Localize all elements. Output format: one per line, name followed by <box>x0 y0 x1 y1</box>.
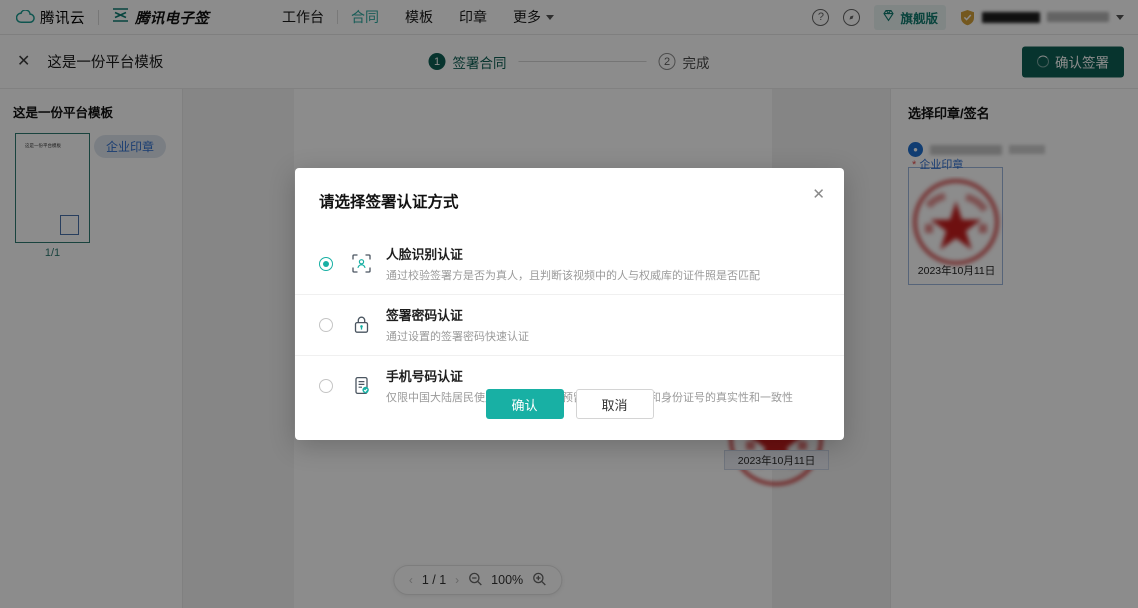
application: 腾讯云 腾讯电子签 工作台 合同 模板 印章 更多 ? 旗舰版 ✕ 这是一份平台… <box>0 0 1138 608</box>
radio-face[interactable] <box>319 256 333 271</box>
auth-method-dialog: 请选择签署认证方式 ✕ 人脸识别认证 通过校验签署方是否为真人，且判断该视频中的… <box>295 168 844 440</box>
auth-option-face-name: 人脸识别认证 <box>386 247 463 262</box>
radio-password[interactable] <box>319 317 333 332</box>
auth-option-password-desc: 通过设置的签署密码快速认证 <box>386 331 529 343</box>
auth-option-face-text: 人脸识别认证 通过校验签署方是否为真人，且判断该视频中的人与权威库的证件照是否匹… <box>386 244 760 283</box>
auth-option-face[interactable]: 人脸识别认证 通过校验签署方是否为真人，且判断该视频中的人与权威库的证件照是否匹… <box>295 234 844 294</box>
dialog-actions: 确认 取消 <box>295 389 844 419</box>
app-root: 腾讯云 腾讯电子签 工作台 合同 模板 印章 更多 ? 旗舰版 ✕ 这是一份平台… <box>0 0 1138 608</box>
dialog-title: 请选择签署认证方式 <box>319 194 459 211</box>
auth-option-mobile-name: 手机号码认证 <box>386 369 463 384</box>
close-icon[interactable]: ✕ <box>812 187 825 202</box>
auth-option-password[interactable]: 签署密码认证 通过设置的签署密码快速认证 <box>295 294 844 355</box>
face-scan-icon <box>352 254 371 273</box>
auth-option-face-desc: 通过校验签署方是否为真人，且判断该视频中的人与权威库的证件照是否匹配 <box>386 270 760 282</box>
auth-option-password-text: 签署密码认证 通过设置的签署密码快速认证 <box>386 305 529 344</box>
lock-icon <box>352 315 371 334</box>
dialog-cancel-button[interactable]: 取消 <box>575 389 654 419</box>
dialog-confirm-button[interactable]: 确认 <box>485 389 564 419</box>
auth-option-password-name: 签署密码认证 <box>386 308 463 323</box>
